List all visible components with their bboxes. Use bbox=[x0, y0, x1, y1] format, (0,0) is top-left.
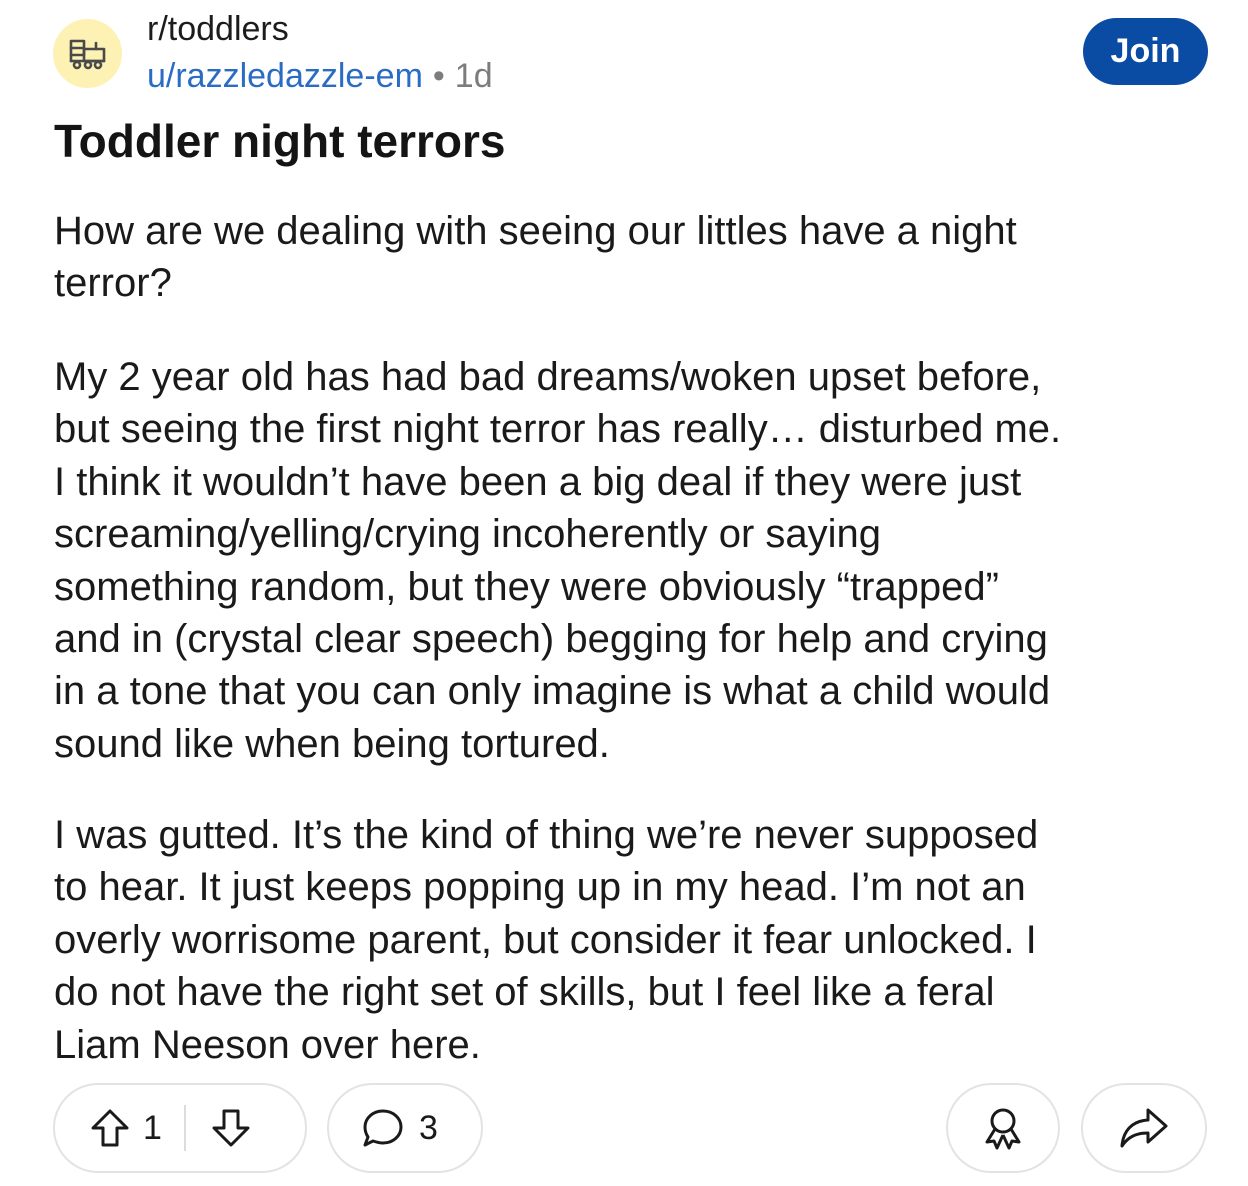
share-arrow-icon bbox=[1120, 1108, 1168, 1148]
text-line: Liam Neeson over here. bbox=[54, 1022, 481, 1067]
share-button[interactable] bbox=[1081, 1083, 1207, 1173]
post-age: 1d bbox=[454, 57, 493, 95]
text-line: terror? bbox=[54, 261, 172, 306]
text-line: How are we dealing with seeing our littl… bbox=[54, 209, 1017, 253]
vote-divider bbox=[183, 1105, 186, 1151]
text-line: I was gutted. It’s the kind of thing we’… bbox=[54, 813, 1039, 857]
text-line: screaming/yelling/crying incoherently or… bbox=[54, 512, 882, 557]
award-button[interactable] bbox=[946, 1083, 1060, 1173]
award-ribbon-icon bbox=[985, 1108, 1021, 1150]
text-line: sound like when being tortured. bbox=[54, 721, 610, 766]
comments-button[interactable]: 3 bbox=[327, 1083, 483, 1173]
text-line: do not have the right set of skills, but… bbox=[54, 970, 995, 1015]
upvote-count: 1 bbox=[143, 1108, 162, 1147]
post-paragraph-3: I was gutted. It’s the kind of thing we’… bbox=[54, 809, 1204, 1071]
comment-count: 3 bbox=[419, 1108, 438, 1147]
downvote-button[interactable] bbox=[210, 1107, 252, 1149]
subreddit-name[interactable]: r/toddlers bbox=[147, 9, 289, 49]
post-byline: u/razzledazzle-em • 1d bbox=[147, 56, 493, 96]
text-line: but seeing the first night terror has re… bbox=[54, 407, 1062, 452]
upvote-button[interactable] bbox=[89, 1107, 131, 1149]
join-button[interactable]: Join bbox=[1083, 18, 1208, 85]
author-link[interactable]: u/razzledazzle-em bbox=[147, 57, 423, 95]
subreddit-avatar[interactable] bbox=[53, 19, 122, 88]
text-line: to hear. It just keeps popping up in my … bbox=[54, 865, 1026, 910]
train-icon bbox=[69, 39, 105, 69]
text-line: and in (crystal clear speech) begging fo… bbox=[54, 617, 1048, 662]
text-line: overly worrisome parent, but consider it… bbox=[54, 917, 1037, 962]
arrow-up-icon bbox=[91, 1109, 129, 1147]
post-paragraph-2: My 2 year old has had bad dreams/woken u… bbox=[54, 351, 1204, 770]
comments-icon-wrap bbox=[361, 1107, 405, 1149]
text-line: I think it wouldn’t have been a big deal… bbox=[54, 459, 1022, 504]
vote-control: 1 bbox=[53, 1083, 307, 1173]
separator-dot: • bbox=[432, 57, 445, 95]
text-line: My 2 year old has had bad dreams/woken u… bbox=[54, 355, 1042, 399]
post-title: Toddler night terrors bbox=[54, 115, 506, 167]
arrow-down-icon bbox=[212, 1109, 250, 1147]
text-line: in a tone that you can only imagine is w… bbox=[54, 669, 1051, 714]
post-paragraph-1: How are we dealing with seeing our littl… bbox=[54, 205, 1204, 310]
speech-bubble-icon bbox=[363, 1109, 403, 1147]
text-line: something random, but they were obviousl… bbox=[54, 564, 999, 609]
